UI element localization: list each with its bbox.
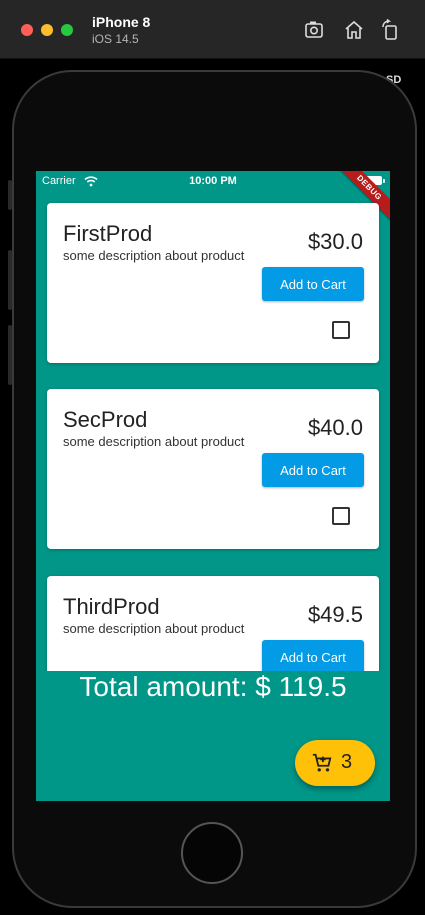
- product-name: FirstProd: [63, 221, 153, 246]
- cart-fab-button[interactable]: 3: [295, 740, 375, 786]
- product-checkbox[interactable]: [332, 321, 350, 339]
- product-price: $49.5: [307, 602, 363, 627]
- product-card: FirstProd some description about product…: [47, 203, 379, 363]
- product-card: SecProd some description about product $…: [47, 389, 379, 549]
- minimize-window-button[interactable]: [41, 24, 53, 36]
- os-version: iOS 14.5: [92, 32, 139, 46]
- add-to-cart-button[interactable]: Add to Cart: [262, 640, 364, 671]
- product-price: $30.0: [307, 229, 363, 254]
- product-name: ThirdProd: [63, 594, 160, 619]
- product-card: ThirdProd some description about product…: [47, 576, 379, 671]
- product-checkbox[interactable]: [332, 507, 350, 525]
- screenshot-icon[interactable]: [303, 18, 327, 42]
- rotate-icon[interactable]: [378, 18, 402, 42]
- product-name: SecProd: [63, 407, 148, 432]
- product-list[interactable]: FirstProd some description about product…: [36, 191, 390, 671]
- mute-switch: [8, 180, 12, 210]
- device-name: iPhone 8: [92, 14, 151, 30]
- product-description: some description about product: [63, 248, 245, 263]
- home-icon[interactable]: [342, 18, 366, 42]
- status-bar: Carrier 10:00 PM: [36, 171, 390, 191]
- status-time: 10:00 PM: [189, 175, 237, 187]
- volume-down-button: [8, 325, 12, 385]
- product-description: some description about product: [63, 621, 245, 636]
- add-shopping-cart-icon: [312, 753, 332, 772]
- cart-count: 3: [341, 751, 353, 773]
- add-to-cart-button[interactable]: Add to Cart: [262, 267, 364, 301]
- phone-home-button[interactable]: [181, 822, 243, 884]
- volume-up-button: [8, 250, 12, 310]
- total-amount: Total amount: $ 119.5: [79, 671, 347, 702]
- simulator-title-bar: iPhone 8 iOS 14.5: [0, 0, 425, 59]
- app-screen: Carrier 10:00 PM DEBUG FirstProd some de…: [36, 171, 390, 801]
- close-window-button[interactable]: [21, 24, 33, 36]
- product-description: some description about product: [63, 434, 245, 449]
- zoom-window-button[interactable]: [61, 24, 73, 36]
- product-price: $40.0: [307, 415, 363, 440]
- add-to-cart-button[interactable]: Add to Cart: [262, 453, 364, 487]
